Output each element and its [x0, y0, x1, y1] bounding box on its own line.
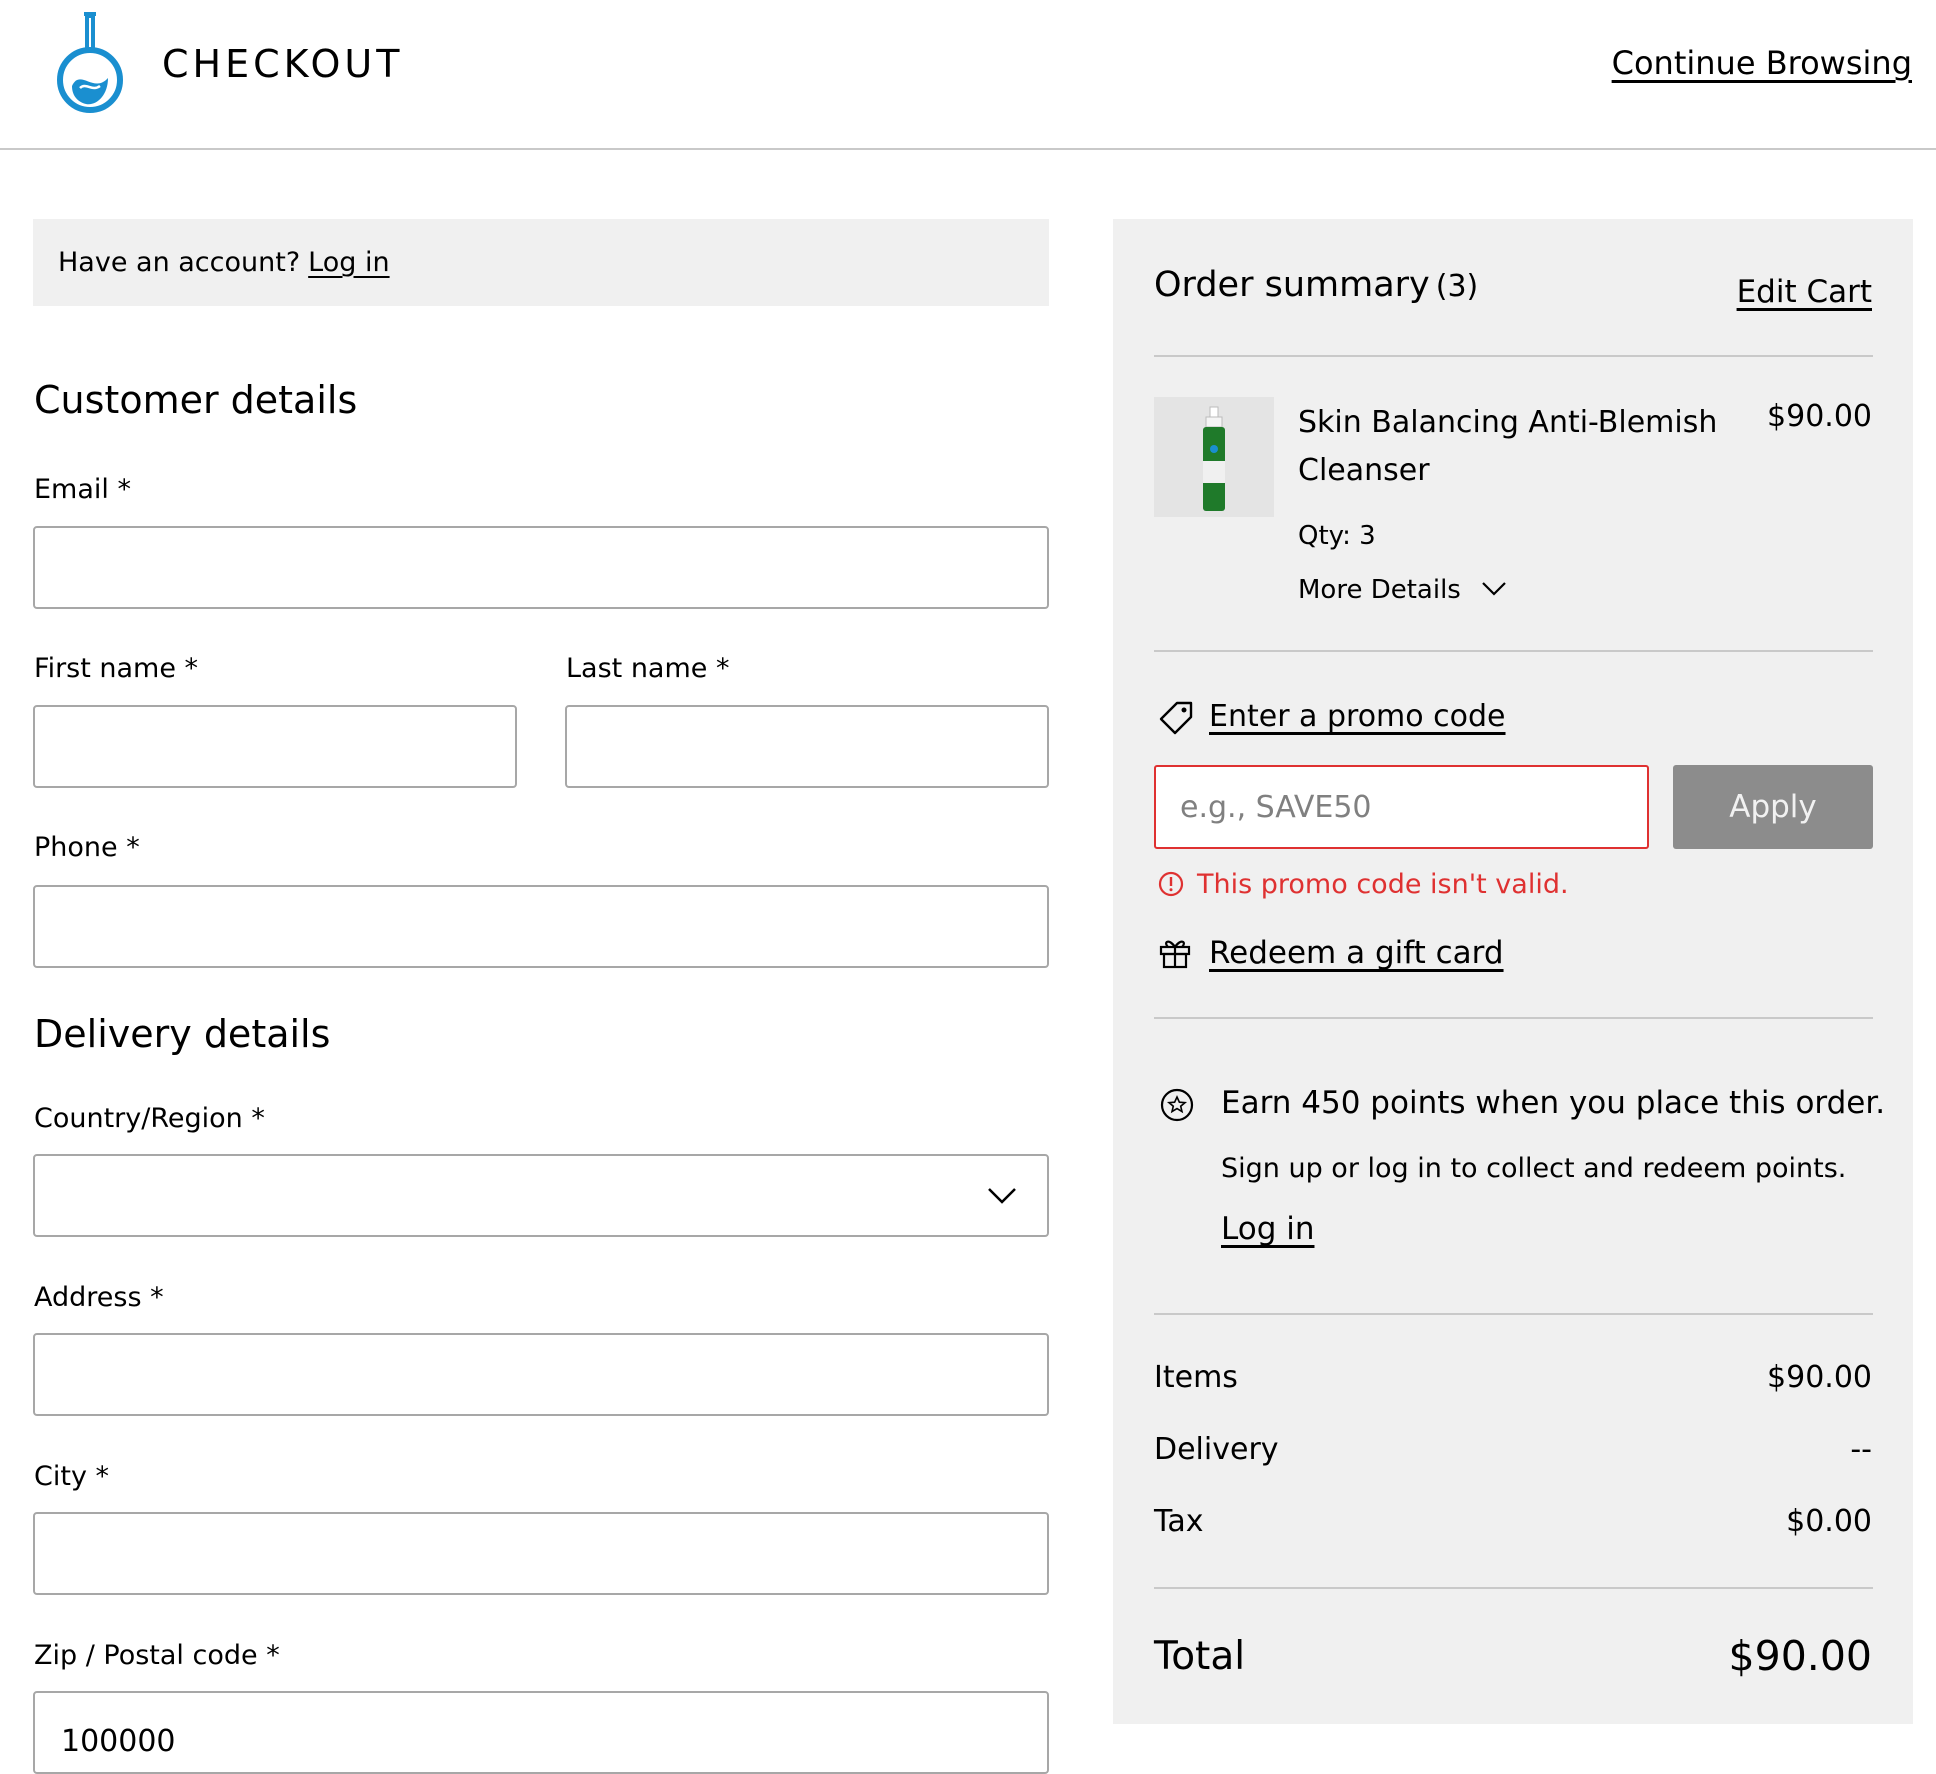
order-summary-heading: Order summary	[1154, 265, 1430, 305]
divider	[1154, 1017, 1873, 1019]
chevron-down-icon	[1482, 582, 1506, 596]
order-item-count: (3)	[1435, 269, 1479, 304]
tax-value: $0.00	[1786, 1504, 1872, 1539]
divider	[1154, 1313, 1873, 1315]
address-label: Address *	[34, 1282, 164, 1313]
last-name-label: Last name *	[566, 653, 730, 684]
tag-icon	[1159, 701, 1193, 735]
apply-promo-button[interactable]: Apply	[1673, 765, 1873, 849]
zip-label: Zip / Postal code *	[34, 1640, 280, 1671]
error-icon	[1158, 871, 1184, 897]
email-field[interactable]	[33, 526, 1049, 609]
first-name-label: First name *	[34, 653, 199, 684]
email-label: Email *	[34, 474, 131, 505]
country-select[interactable]	[33, 1154, 1049, 1237]
product-qty: Qty: 3	[1298, 521, 1376, 551]
star-badge-icon	[1160, 1088, 1194, 1122]
zip-field[interactable]	[33, 1691, 1049, 1774]
email-input[interactable]	[59, 528, 1027, 609]
edit-cart-link[interactable]: Edit Cart	[1737, 274, 1872, 310]
customer-details-title: Customer details	[34, 378, 358, 422]
delivery-label: Delivery	[1154, 1432, 1279, 1467]
items-value: $90.00	[1767, 1360, 1872, 1395]
order-summary-panel: Order summary (3) Edit Cart Skin Balancin…	[1113, 219, 1913, 1724]
promo-code-field[interactable]	[1154, 765, 1649, 849]
more-details-toggle[interactable]: More Details	[1298, 575, 1507, 605]
cleanser-bottle-icon	[1154, 397, 1274, 517]
redeem-gift-card-link[interactable]: Redeem a gift card	[1209, 935, 1504, 971]
address-input[interactable]	[59, 1335, 1027, 1416]
divider	[1154, 1587, 1873, 1589]
last-name-input[interactable]	[591, 707, 1027, 788]
phone-field[interactable]	[33, 885, 1049, 968]
promo-code-input[interactable]	[1156, 767, 1647, 847]
last-name-field[interactable]	[565, 705, 1049, 788]
address-field[interactable]	[33, 1333, 1049, 1416]
chevron-down-icon	[988, 1188, 1016, 1204]
more-details-label: More Details	[1298, 575, 1461, 605]
product-thumbnail	[1154, 397, 1274, 517]
points-subtext: Sign up or log in to collect and redeem …	[1221, 1153, 1847, 1184]
delivery-details-title: Delivery details	[34, 1012, 331, 1056]
delivery-value: --	[1850, 1432, 1872, 1467]
order-summary-title: Order summary (3)	[1154, 265, 1478, 305]
items-label: Items	[1154, 1360, 1238, 1395]
promo-code-link[interactable]: Enter a promo code	[1209, 699, 1506, 734]
login-link[interactable]: Log in	[308, 247, 389, 278]
city-label: City *	[34, 1461, 110, 1492]
points-message: Earn 450 points when you place this orde…	[1221, 1085, 1886, 1121]
promo-error-message: This promo code isn't valid.	[1197, 869, 1569, 900]
gift-icon	[1159, 940, 1191, 969]
tax-label: Tax	[1154, 1504, 1204, 1539]
page-title: CHECKOUT	[162, 42, 404, 86]
zip-input[interactable]	[59, 1693, 1023, 1772]
country-label: Country/Region *	[34, 1103, 265, 1134]
account-banner: Have an account? Log in	[33, 219, 1049, 306]
city-field[interactable]	[33, 1512, 1049, 1595]
product-price: $90.00	[1767, 399, 1872, 434]
product-name[interactable]: Skin Balancing Anti-Blemish Cleanser	[1298, 399, 1738, 495]
divider	[1154, 650, 1873, 652]
total-label: Total	[1154, 1634, 1246, 1679]
first-name-field[interactable]	[33, 705, 517, 788]
account-prompt: Have an account?	[58, 247, 301, 278]
checkout-header: CHECKOUT Continue Browsing	[0, 0, 1936, 150]
divider	[1154, 355, 1873, 357]
total-value: $90.00	[1728, 1632, 1872, 1680]
points-login-link[interactable]: Log in	[1221, 1211, 1314, 1247]
continue-browsing-link[interactable]: Continue Browsing	[1612, 44, 1912, 82]
phone-input[interactable]	[59, 887, 1027, 968]
flask-logo-icon[interactable]	[50, 8, 130, 118]
phone-label: Phone *	[34, 832, 140, 863]
first-name-input[interactable]	[59, 707, 495, 788]
city-input[interactable]	[59, 1514, 1027, 1595]
